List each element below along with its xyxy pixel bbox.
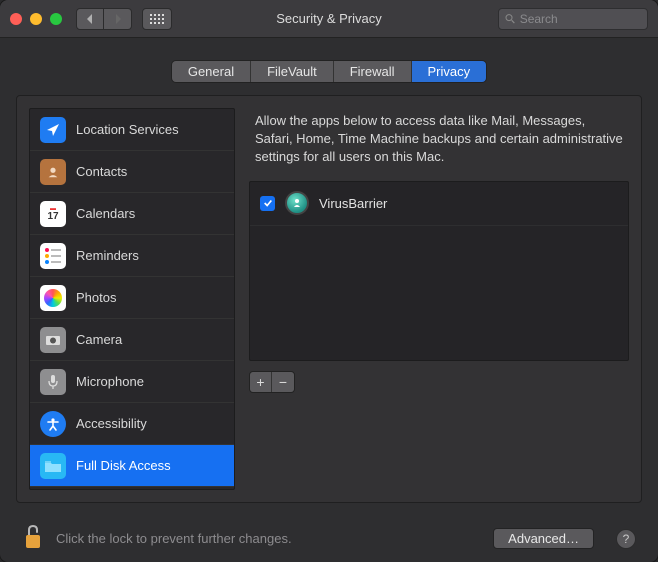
app-row[interactable]: VirusBarrier: [250, 182, 628, 226]
sidebar-item-label: Microphone: [76, 374, 144, 389]
advanced-button[interactable]: Advanced…: [493, 528, 594, 549]
close-button[interactable]: [10, 13, 22, 25]
tab-firewall[interactable]: Firewall: [334, 61, 412, 82]
main-panel: Location Services Contacts ▬17 Calendars: [16, 95, 642, 503]
reminders-icon: [40, 243, 66, 269]
sidebar-item-label: Calendars: [76, 206, 135, 221]
help-button[interactable]: ?: [616, 529, 636, 549]
contacts-icon: [40, 159, 66, 185]
remove-button[interactable]: −: [272, 372, 294, 392]
sidebar-item-calendars[interactable]: ▬17 Calendars: [30, 193, 234, 235]
microphone-icon: [40, 369, 66, 395]
tab-bar: General FileVault Firewall Privacy: [0, 60, 658, 83]
sidebar-item-label: Photos: [76, 290, 116, 305]
preferences-window: Security & Privacy General FileVault Fir…: [0, 0, 658, 562]
accessibility-icon: [40, 411, 66, 437]
check-icon: [263, 198, 273, 208]
titlebar: Security & Privacy: [0, 0, 658, 38]
app-list[interactable]: VirusBarrier: [249, 181, 629, 361]
sidebar-item-full-disk-access[interactable]: Full Disk Access: [30, 445, 234, 487]
zoom-button[interactable]: [50, 13, 62, 25]
sidebar-item-label: Camera: [76, 332, 122, 347]
content-area: Allow the apps below to access data like…: [249, 108, 629, 490]
sidebar-item-label: Contacts: [76, 164, 127, 179]
search-field[interactable]: [498, 8, 648, 30]
sidebar-item-label: Location Services: [76, 122, 179, 137]
tab-privacy[interactable]: Privacy: [412, 61, 487, 82]
add-button[interactable]: +: [250, 372, 272, 392]
sidebar-item-accessibility[interactable]: Accessibility: [30, 403, 234, 445]
sidebar-item-camera[interactable]: Camera: [30, 319, 234, 361]
calendar-icon: ▬17: [40, 201, 66, 227]
lock-button[interactable]: [22, 523, 44, 554]
forward-button[interactable]: [104, 8, 132, 30]
search-icon: [505, 13, 516, 25]
sidebar-item-label: Full Disk Access: [76, 458, 171, 473]
lock-text: Click the lock to prevent further change…: [56, 531, 481, 546]
app-checkbox[interactable]: [260, 196, 275, 211]
location-icon: [40, 117, 66, 143]
back-button[interactable]: [76, 8, 104, 30]
add-remove-controls: + −: [249, 371, 629, 393]
photos-icon: [40, 285, 66, 311]
tab-filevault[interactable]: FileVault: [251, 61, 334, 82]
search-input[interactable]: [520, 12, 641, 26]
window-title: Security & Privacy: [276, 11, 381, 26]
camera-icon: [40, 327, 66, 353]
sidebar-item-microphone[interactable]: Microphone: [30, 361, 234, 403]
tab-general[interactable]: General: [172, 61, 251, 82]
sidebar-item-label: Reminders: [76, 248, 139, 263]
nav-buttons: [76, 8, 132, 30]
sidebar-item-photos[interactable]: Photos: [30, 277, 234, 319]
app-name: VirusBarrier: [319, 196, 387, 211]
footer: Click the lock to prevent further change…: [0, 515, 658, 562]
sidebar-item-contacts[interactable]: Contacts: [30, 151, 234, 193]
permission-description: Allow the apps below to access data like…: [249, 108, 629, 181]
grid-icon: [150, 14, 164, 24]
folder-icon: [40, 453, 66, 479]
sidebar-item-label: Accessibility: [76, 416, 147, 431]
sidebar-item-location[interactable]: Location Services: [30, 109, 234, 151]
lock-icon: [22, 523, 44, 551]
window-controls: [10, 13, 62, 25]
show-all-button[interactable]: [142, 8, 172, 30]
privacy-sidebar: Location Services Contacts ▬17 Calendars: [29, 108, 235, 490]
sidebar-item-reminders[interactable]: Reminders: [30, 235, 234, 277]
app-icon: [285, 191, 309, 215]
minimize-button[interactable]: [30, 13, 42, 25]
